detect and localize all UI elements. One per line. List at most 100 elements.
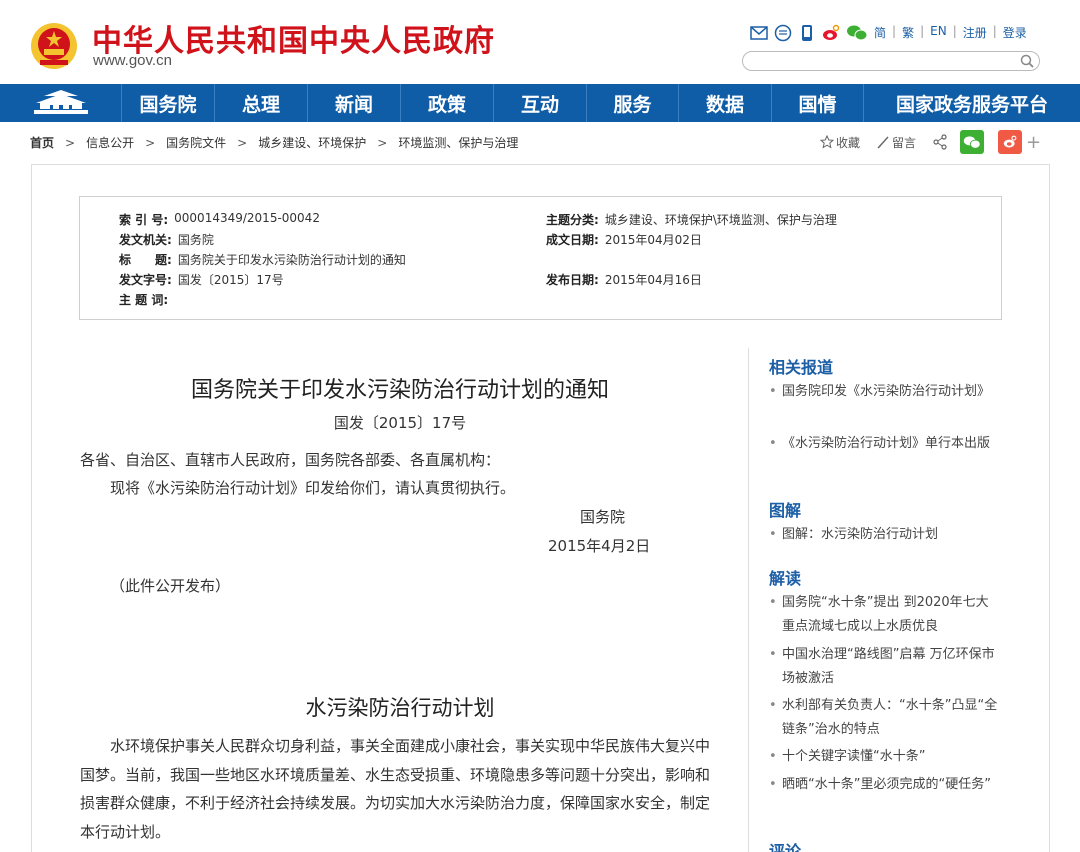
sidebar: 相关报道 国务院印发《水污染防治行动计划》 《水污染防治行动计划》单行本出版 图… bbox=[748, 348, 1008, 852]
divider: | bbox=[892, 24, 897, 38]
traditional-link[interactable]: 繁 bbox=[902, 24, 914, 41]
meta-written-value: 2015年04月02日 bbox=[604, 233, 702, 247]
chevron-right-icon: > bbox=[145, 135, 156, 150]
meta-keywords-row: 主 题 词: bbox=[119, 291, 168, 308]
simplified-link[interactable]: 简 bbox=[874, 24, 886, 41]
chevron-right-icon: > bbox=[65, 135, 76, 150]
nav-item-gov-service-platform[interactable]: 国家政务服务平台 bbox=[864, 84, 1080, 122]
meta-written-label: 成文日期: bbox=[546, 233, 599, 247]
search-input[interactable] bbox=[742, 51, 1040, 71]
breadcrumb-urban-environment[interactable]: 城乡建设、环境保护 bbox=[258, 134, 366, 151]
plan-title: 水污染防治行动计划 bbox=[305, 696, 495, 720]
breadcrumb-info-public[interactable]: 信息公开 bbox=[86, 134, 134, 151]
article-signer: 国务院 bbox=[580, 508, 626, 526]
favorite-button[interactable]: 收藏 bbox=[820, 134, 860, 151]
comment-button[interactable]: 留言 bbox=[876, 134, 916, 151]
breadcrumb-env-monitoring[interactable]: 环境监测、保护与治理 bbox=[398, 134, 518, 151]
meta-title-label: 标 题: bbox=[119, 253, 172, 267]
site-url[interactable]: www.gov.cn bbox=[93, 52, 172, 69]
wechat-icon[interactable] bbox=[846, 24, 868, 42]
meta-docno-value: 国发〔2015〕17号 bbox=[177, 273, 284, 287]
meta-topic-label: 主题分类: bbox=[546, 213, 599, 227]
nav-item-services[interactable]: 服务 bbox=[587, 84, 679, 122]
comment-label: 留言 bbox=[892, 135, 917, 150]
graphic-heading: 图解 bbox=[769, 501, 802, 520]
meta-issuer-value: 国务院 bbox=[177, 233, 214, 247]
article-title: 国务院关于印发水污染防治行动计划的通知 bbox=[190, 378, 609, 403]
breadcrumb-home[interactable]: 首页 bbox=[30, 134, 54, 151]
related-link[interactable]: 国务院印发《水污染防治行动计划》 bbox=[769, 380, 999, 404]
meta-issuer-row: 发文机关: 国务院 bbox=[119, 231, 214, 248]
document-meta-table: 索 引 号: 000014349/2015-00042 主题分类: 城乡建设、环… bbox=[79, 196, 1002, 320]
comment-heading: 评论 bbox=[769, 842, 802, 852]
plan-intro-paragraph: 水环境保护事关人民群众切身利益，事关全面建成小康社会，事关实现中华民族伟大复兴中… bbox=[80, 737, 711, 841]
meta-written-row: 成文日期: 2015年04月02日 bbox=[546, 231, 702, 248]
top-icon-bar bbox=[750, 22, 868, 44]
meta-docno-row: 发文字号: 国发〔2015〕17号 bbox=[119, 271, 284, 288]
divider: | bbox=[992, 24, 997, 38]
plus-icon[interactable]: + bbox=[1026, 132, 1041, 153]
nav-item-data[interactable]: 数据 bbox=[679, 84, 772, 122]
nav-item-policy[interactable]: 政策 bbox=[401, 84, 494, 122]
english-link[interactable]: EN bbox=[930, 24, 947, 41]
weibo-share-button[interactable] bbox=[998, 130, 1023, 154]
chat-icon[interactable] bbox=[774, 24, 792, 42]
article-body-text: 现将《水污染防治行动计划》印发给你们，请认真贯彻执行。 bbox=[110, 479, 516, 497]
interpretation-link[interactable]: 十个关键字读懂“水十条” bbox=[769, 745, 999, 769]
meta-index-value: 000014349/2015-00042 bbox=[174, 211, 320, 225]
star-icon bbox=[820, 135, 834, 149]
tiananmen-icon bbox=[33, 90, 88, 114]
article-salutation: 各省、自治区、直辖市人民政府，国务院各部委、各直属机构： bbox=[80, 451, 501, 469]
meta-docno-label: 发文字号: bbox=[119, 273, 172, 287]
meta-topic-row: 主题分类: 城乡建设、环境保护\环境监测、保护与治理 bbox=[546, 211, 837, 228]
meta-issuer-label: 发文机关: bbox=[119, 233, 172, 247]
login-link[interactable]: 登录 bbox=[1003, 24, 1027, 41]
weibo-icon[interactable] bbox=[822, 24, 840, 42]
mail-icon[interactable] bbox=[750, 24, 768, 42]
meta-published-value: 2015年04月16日 bbox=[604, 273, 702, 287]
nav-item-state-council[interactable]: 国务院 bbox=[122, 84, 215, 122]
main-nav: 国务院 总理 新闻 政策 互动 服务 数据 国情 国家政务服务平台 bbox=[0, 84, 1080, 122]
nav-item-interaction[interactable]: 互动 bbox=[494, 84, 587, 122]
meta-index-label: 索 引 号: bbox=[119, 213, 169, 227]
top-links: 简 | 繁 | EN | 注册 | 登录 bbox=[874, 24, 1027, 41]
chevron-right-icon: > bbox=[237, 135, 248, 150]
nav-item-national-conditions[interactable]: 国情 bbox=[772, 84, 864, 122]
meta-published-row: 发布日期: 2015年04月16日 bbox=[546, 271, 702, 288]
article-doc-number: 国发〔2015〕17号 bbox=[333, 414, 467, 432]
meta-index-row: 索 引 号: 000014349/2015-00042 bbox=[119, 211, 320, 228]
interpretation-link[interactable]: 国务院“水十条”提出 到2020年七大重点流域七成以上水质优良 bbox=[769, 591, 999, 638]
favorite-label: 收藏 bbox=[836, 135, 861, 150]
interpretation-heading: 解读 bbox=[769, 569, 802, 588]
related-reports-heading: 相关报道 bbox=[769, 358, 834, 377]
meta-title-value: 国务院关于印发水污染防治行动计划的通知 bbox=[177, 253, 406, 267]
chevron-right-icon: > bbox=[377, 135, 388, 150]
site-header: 中华人民共和国中央人民政府 www.gov.cn 简 | 繁 | EN | 注册… bbox=[0, 0, 1080, 84]
meta-keywords-label: 主 题 词: bbox=[119, 293, 169, 307]
national-emblem-icon[interactable] bbox=[30, 22, 78, 70]
mobile-icon[interactable] bbox=[798, 24, 816, 42]
wechat-share-button[interactable] bbox=[960, 130, 985, 154]
meta-topic-value: 城乡建设、环境保护\环境监测、保护与治理 bbox=[604, 213, 837, 227]
nav-home-button[interactable] bbox=[0, 84, 122, 122]
related-link[interactable]: 《水污染防治行动计划》单行本出版 bbox=[769, 432, 999, 456]
wechat-icon bbox=[963, 135, 981, 149]
graphic-link[interactable]: 图解：水污染防治行动计划 bbox=[769, 523, 999, 547]
weibo-icon bbox=[1003, 135, 1017, 148]
meta-published-label: 发布日期: bbox=[546, 273, 599, 287]
pencil-icon bbox=[877, 136, 889, 149]
interpretation-link[interactable]: 水利部有关负责人：“水十条”凸显“全链条”治水的特点 bbox=[769, 694, 999, 741]
divider: | bbox=[920, 24, 925, 38]
divider: | bbox=[952, 24, 957, 38]
search-icon[interactable] bbox=[1019, 53, 1035, 69]
interpretation-link[interactable]: 中国水治理“路线图”启幕 万亿环保市场被激活 bbox=[769, 643, 999, 690]
register-link[interactable]: 注册 bbox=[963, 24, 987, 41]
breadcrumb: 首页 > 信息公开 > 国务院文件 > 城乡建设、环境保护 > 环境监测、保护与… bbox=[30, 134, 518, 151]
nav-item-premier[interactable]: 总理 bbox=[215, 84, 308, 122]
page-tools: 收藏 留言 + bbox=[820, 130, 1041, 154]
breadcrumb-state-council-docs[interactable]: 国务院文件 bbox=[166, 134, 226, 151]
interpretation-link[interactable]: 晒晒“水十条”里必须完成的“硬任务” bbox=[769, 773, 999, 797]
nav-item-news[interactable]: 新闻 bbox=[308, 84, 401, 122]
share-icon[interactable] bbox=[932, 134, 948, 150]
article-note: （此件公开发布） bbox=[110, 577, 231, 595]
